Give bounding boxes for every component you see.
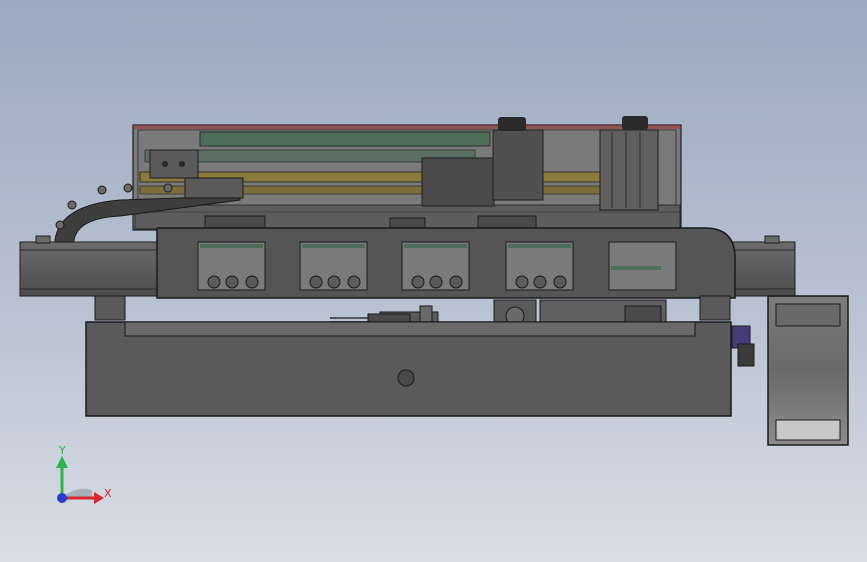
y-axis-label: Y xyxy=(58,444,66,457)
motor-cap-left xyxy=(498,117,526,131)
controller-box[interactable] xyxy=(731,295,849,446)
green-rail xyxy=(199,131,491,147)
cad-viewport[interactable]: Y X xyxy=(0,0,867,562)
coordinate-triad-icon: Y X xyxy=(56,444,112,504)
motor-cap-right xyxy=(622,116,648,130)
servo-motor xyxy=(599,129,659,211)
front-cover-plate[interactable] xyxy=(156,227,736,299)
base-plate[interactable] xyxy=(85,321,732,417)
upper-housing[interactable] xyxy=(132,116,682,231)
x-axis-label: X xyxy=(104,487,112,500)
mounting-hole xyxy=(397,369,415,387)
